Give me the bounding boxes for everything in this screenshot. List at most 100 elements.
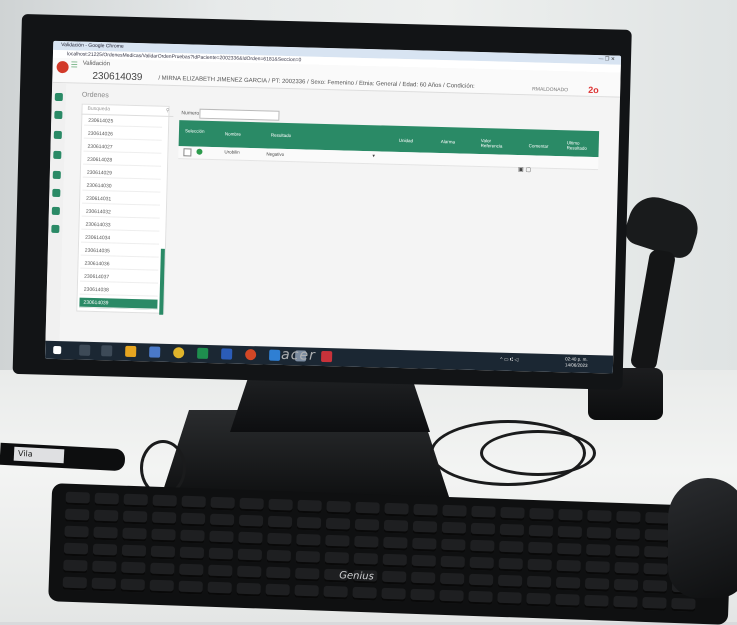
app-icon[interactable] bbox=[149, 346, 161, 358]
search-icon[interactable]: ⚲ bbox=[166, 106, 170, 116]
excel-icon[interactable] bbox=[197, 347, 209, 359]
check-icon[interactable] bbox=[52, 188, 61, 198]
keyboard-key bbox=[267, 532, 292, 547]
keyboard-key bbox=[209, 530, 234, 545]
list-item[interactable]: 230614031 bbox=[82, 193, 161, 206]
keyboard-key bbox=[265, 583, 290, 598]
numero-input[interactable] bbox=[199, 108, 280, 121]
list-item[interactable]: 230614035 bbox=[80, 245, 159, 258]
keyboard-key bbox=[210, 496, 235, 511]
add-icon[interactable] bbox=[53, 130, 62, 140]
keyboard-key bbox=[587, 509, 612, 524]
list-item[interactable]: 230614027 bbox=[83, 141, 162, 154]
list-item[interactable]: 230614029 bbox=[82, 167, 161, 180]
keyboard-key bbox=[441, 538, 466, 553]
row-action-icons[interactable]: ▣ ▢ bbox=[518, 166, 531, 173]
keyboard-key bbox=[297, 499, 322, 514]
list-item[interactable]: 230614025 bbox=[84, 115, 163, 128]
keyboard-key bbox=[614, 561, 639, 576]
windows-start-icon[interactable] bbox=[53, 345, 62, 355]
outlook-icon[interactable] bbox=[269, 349, 281, 361]
list-item[interactable]: 230614026 bbox=[83, 128, 162, 141]
user-name[interactable]: RMALDONADO bbox=[532, 86, 568, 93]
keyboard-key bbox=[180, 529, 205, 544]
keyboard-key bbox=[413, 503, 438, 518]
result-select[interactable]: Negativo bbox=[266, 151, 284, 156]
keyboard-key bbox=[121, 544, 147, 559]
numero-label: Numero: bbox=[181, 110, 201, 117]
list-item[interactable]: 230614039 bbox=[79, 297, 158, 310]
list-item[interactable]: 230614030 bbox=[82, 180, 161, 193]
keyboard-key bbox=[181, 495, 206, 510]
print-icon[interactable] bbox=[51, 224, 60, 234]
calendar-icon[interactable] bbox=[52, 170, 61, 180]
keyboard-key bbox=[412, 537, 437, 552]
remove-icon[interactable] bbox=[53, 150, 62, 160]
keyboard-key bbox=[439, 589, 464, 604]
task-view-icon[interactable] bbox=[101, 345, 113, 357]
keyboard-key bbox=[556, 559, 581, 574]
keyboard-key bbox=[584, 594, 609, 609]
word-icon[interactable] bbox=[221, 348, 233, 360]
chevron-down-icon[interactable]: ▾ bbox=[372, 153, 375, 159]
keyboard-key bbox=[352, 586, 377, 601]
column-header: Valor Referencia bbox=[480, 138, 503, 149]
list-item[interactable]: 230614037 bbox=[80, 271, 159, 284]
keyboard-key bbox=[644, 528, 670, 543]
keyboard-key bbox=[642, 579, 668, 594]
search-icon[interactable] bbox=[79, 344, 91, 356]
page-title: Validación bbox=[82, 60, 111, 68]
keyboard-key bbox=[63, 542, 89, 557]
keyboard: Genius bbox=[48, 483, 732, 625]
taskbar-clock[interactable]: 02:40 p. m. 14/06/2023 bbox=[565, 356, 588, 369]
orders-heading: Ordenes bbox=[81, 91, 109, 100]
keyboard-key bbox=[642, 596, 667, 611]
keyboard-key bbox=[557, 542, 582, 557]
keyboard-key bbox=[586, 543, 611, 558]
keyboard-key bbox=[123, 493, 148, 508]
home-icon[interactable] bbox=[54, 92, 63, 102]
keyboard-key bbox=[615, 544, 640, 559]
keyboard-key bbox=[237, 548, 263, 563]
list-item[interactable]: 230614028 bbox=[83, 154, 162, 167]
list-item[interactable]: 230614033 bbox=[81, 219, 160, 232]
select-checkbox[interactable] bbox=[183, 148, 192, 157]
lab-icon[interactable] bbox=[54, 110, 63, 120]
keyboard-key bbox=[353, 552, 379, 567]
file-explorer-icon[interactable] bbox=[125, 345, 137, 358]
keyboard-key bbox=[557, 525, 583, 540]
left-toolbar bbox=[44, 82, 67, 360]
app-icon[interactable] bbox=[320, 350, 333, 363]
keyboard-key bbox=[92, 543, 118, 558]
keyboard-key bbox=[555, 593, 580, 608]
keyboard-key bbox=[499, 540, 524, 555]
list-item[interactable]: 230614034 bbox=[81, 232, 160, 245]
keyboard-key bbox=[209, 513, 235, 528]
menu-icon[interactable]: ☰ bbox=[71, 60, 78, 69]
test-name: Urobilin bbox=[224, 149, 240, 155]
keyboard-key bbox=[616, 510, 641, 525]
keyboard-key bbox=[179, 563, 204, 578]
excel-icon[interactable] bbox=[51, 206, 60, 216]
keyboard-key bbox=[468, 590, 493, 605]
keyboard-key bbox=[381, 587, 406, 602]
list-item[interactable]: 230614032 bbox=[81, 206, 160, 219]
keyboard-key bbox=[471, 505, 496, 520]
keyboard-key bbox=[150, 562, 175, 577]
keyboard-key bbox=[149, 579, 174, 594]
keyboard-key bbox=[324, 551, 350, 566]
keyboard-key bbox=[643, 545, 669, 560]
keyboard-key bbox=[238, 531, 263, 546]
list-item[interactable]: 230614036 bbox=[80, 258, 159, 271]
keyboard-key bbox=[526, 575, 552, 590]
column-header: Resultado bbox=[270, 132, 292, 139]
system-tray[interactable]: ^ ▭ ⑆ ◁ bbox=[500, 357, 518, 363]
keyboard-key bbox=[498, 557, 523, 572]
keyboard-key bbox=[615, 527, 641, 542]
window-controls[interactable]: — ❐ ✕ bbox=[598, 55, 615, 64]
keyboard-key bbox=[497, 574, 523, 589]
list-item[interactable]: 230614038 bbox=[79, 284, 158, 297]
keyboard-key bbox=[267, 515, 293, 530]
keyboard-key bbox=[325, 517, 351, 532]
user-icon[interactable]: 2o bbox=[588, 85, 599, 95]
